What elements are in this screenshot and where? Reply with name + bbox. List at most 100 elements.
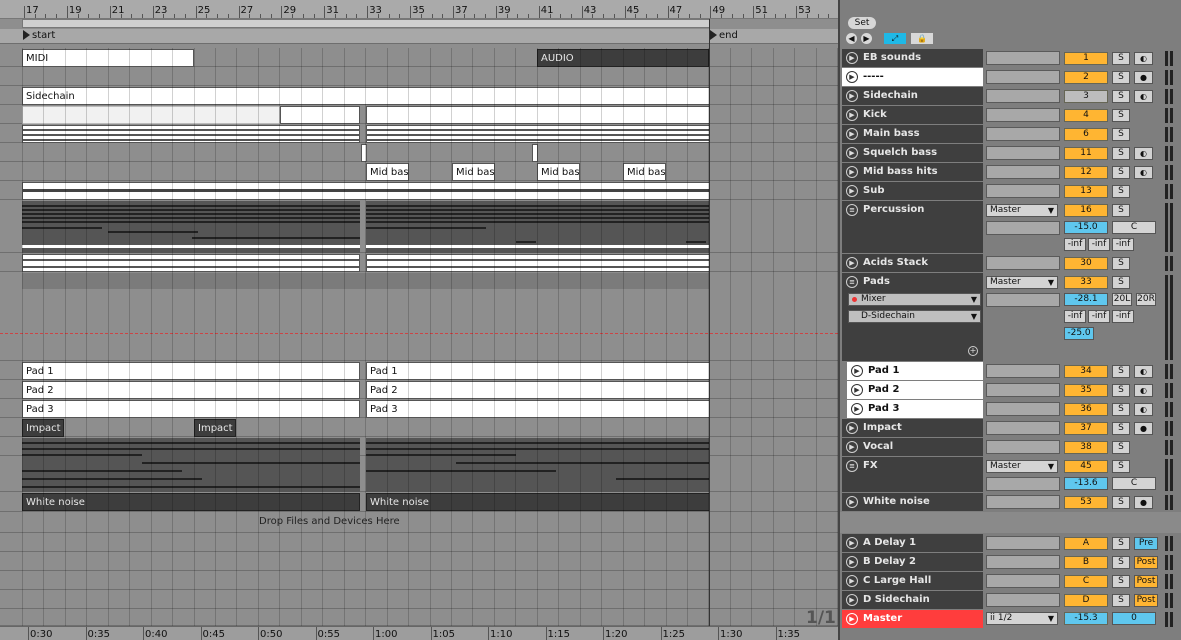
io-cell[interactable] [986,593,1060,607]
solo-button[interactable]: S [1112,594,1130,607]
clip-pad3-b[interactable]: Pad 3 [366,400,710,418]
io-cell[interactable] [986,256,1060,270]
track-lane[interactable] [0,144,838,162]
mixer-track-row[interactable]: ▶ Vocal 38 S [840,438,1181,456]
return-track-row[interactable]: ▶ C Large Hall C S Post [840,572,1181,590]
time-ruler[interactable]: 0:30 0:35 0:40 0:45 0:50 0:55 1:00 1:05 1:10 1:15… [0,626,838,640]
track-header[interactable]: ▶ Pad 2 [847,381,983,399]
track-lane[interactable] [0,534,838,552]
io-cell[interactable] [986,146,1060,160]
play-icon[interactable]: ▶ [846,90,858,102]
solo-button[interactable]: S [1112,52,1130,65]
set-button[interactable]: Set [848,17,876,29]
group-fold-icon[interactable]: ≡ [846,204,858,216]
play-icon[interactable]: ▶ [846,128,858,140]
clip-fx-b[interactable] [366,438,710,492]
io-cell[interactable] [986,51,1060,65]
mixer-track-row[interactable]: ▶ Pad 3 36 S ◐ [840,400,1181,418]
send-field[interactable]: -inf [1064,238,1086,251]
track-header[interactable]: ▶ EB sounds [842,49,983,67]
play-icon[interactable]: ▶ [846,166,858,178]
pan-left-field[interactable]: 20L [1112,293,1132,306]
io-cell[interactable] [986,127,1060,141]
master-input-select[interactable]: ii 1/2 ▼ [986,612,1058,625]
clip-acids-a[interactable] [22,254,360,272]
solo-button[interactable]: S [1112,185,1130,198]
play-icon[interactable]: ▶ [846,496,858,508]
pan-field[interactable]: C [1112,221,1156,234]
track-header[interactable]: ▶ Mid bass hits [842,163,983,181]
solo-button[interactable]: S [1112,204,1130,217]
clip-pad1-a[interactable]: Pad 1 [22,362,360,380]
drop-zone[interactable]: Drop Files and Devices Here [0,513,838,533]
add-device-icon[interactable]: + [968,346,978,356]
forward-arrow-icon[interactable]: ▶ [861,33,872,44]
return-letter[interactable]: A [1064,537,1108,550]
pre-post-toggle[interactable]: Post [1134,594,1158,607]
master-track-row[interactable]: ▶ Master ii 1/2 ▼ -15.3 0 [840,610,1181,628]
solo-button[interactable]: S [1112,537,1130,550]
mixer-track-row[interactable]: ≡ FX Master ▼ 45 S -13.6 C [840,457,1181,492]
io-cell[interactable] [986,495,1060,509]
play-icon[interactable]: ▶ [846,422,858,434]
send-field[interactable]: -inf [1088,238,1110,251]
extra-volume-field[interactable]: -25.0 [1064,327,1094,340]
track-number[interactable]: 33 [1064,276,1108,289]
track-header[interactable]: ▶ Squelch bass [842,144,983,162]
return-letter[interactable]: D [1064,594,1108,607]
monitor-button[interactable]: ◐ [1134,90,1153,103]
track-number[interactable]: 34 [1064,365,1108,378]
master-pan[interactable]: 0 [1112,612,1156,625]
group-fold-icon[interactable]: ≡ [846,276,858,288]
clip-kick-b[interactable] [280,106,360,124]
solo-button[interactable]: S [1112,496,1130,509]
clip-sub[interactable] [22,182,710,200]
track-lane[interactable] [0,610,838,626]
mixer-track-row[interactable]: ▶ Pad 1 34 S ◐ [840,362,1181,380]
return-track-header[interactable]: ▶ D Sidechain [842,591,983,609]
track-header[interactable]: ▶ Acids Stack [842,254,983,272]
start-locator[interactable]: start [23,30,55,41]
track-number[interactable]: 53 [1064,496,1108,509]
master-volume[interactable]: -15.3 [1064,612,1108,625]
clip-white-noise-a[interactable]: White noise [22,493,360,511]
clip-percussion-b[interactable] [366,201,710,253]
input-cell[interactable] [986,221,1060,235]
solo-button[interactable]: S [1112,575,1130,588]
clip-main-bass-a[interactable] [22,125,360,143]
locator-lane[interactable]: start end [0,29,838,44]
clip-pads-group[interactable] [22,273,710,289]
mixer-track-row[interactable]: ▶ Acids Stack 30 S [840,254,1181,272]
monitor-button[interactable]: ◐ [1134,52,1153,65]
monitor-button[interactable]: ◐ [1134,147,1153,160]
clip-pad3-a[interactable]: Pad 3 [22,400,360,418]
track-header[interactable]: ▶ White noise [842,493,983,511]
track-number[interactable]: 1 [1064,52,1108,65]
clip-main-bass-b[interactable] [366,125,710,143]
clip-fx-a[interactable] [22,438,360,492]
track-lane[interactable] [0,163,838,181]
return-track-header[interactable]: ▶ B Delay 2 [842,553,983,571]
track-header[interactable]: ▶ Impact [842,419,983,437]
pan-field[interactable]: C [1112,477,1156,490]
track-number[interactable]: 45 [1064,460,1108,473]
monitor-button[interactable]: ◐ [1134,166,1153,179]
clip-pad1-b[interactable]: Pad 1 [366,362,710,380]
track-header[interactable]: ≡ FX [842,457,983,492]
output-select[interactable]: Master ▼ [986,204,1058,217]
monitor-button[interactable]: ◐ [1134,403,1153,416]
solo-button[interactable]: S [1112,422,1130,435]
play-icon[interactable]: ▶ [846,594,858,606]
send-field[interactable]: -inf [1112,310,1134,323]
clip-percussion-a[interactable] [22,201,360,253]
track-header[interactable]: ▶ Pad 3 [847,400,983,418]
input-cell[interactable] [986,293,1060,307]
mixer-track-row[interactable]: ▶ Sub 13 S [840,182,1181,200]
back-arrow-icon[interactable]: ◀ [846,33,857,44]
track-number[interactable]: 12 [1064,166,1108,179]
track-number[interactable]: 6 [1064,128,1108,141]
play-icon[interactable]: ▶ [846,613,858,625]
mixer-track-row[interactable]: ▶ Sidechain 3 S ◐ [840,87,1181,105]
clip-pad2-a[interactable]: Pad 2 [22,381,360,399]
solo-button[interactable]: S [1112,276,1130,289]
